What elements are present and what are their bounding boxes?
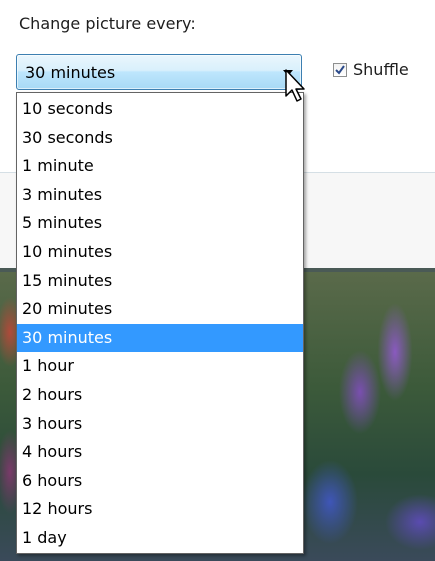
dropdown-option[interactable]: 30 seconds: [17, 124, 303, 153]
dropdown-option[interactable]: 1 minute: [17, 152, 303, 181]
shuffle-checkbox[interactable]: [333, 62, 347, 77]
checkmark-icon: [335, 64, 345, 75]
dropdown-option[interactable]: 3 minutes: [17, 181, 303, 210]
dropdown-option[interactable]: 1 hour: [17, 352, 303, 381]
dropdown-option[interactable]: 12 hours: [17, 495, 303, 524]
dropdown-option[interactable]: 1 day: [17, 524, 303, 553]
combobox-value: 30 minutes: [25, 63, 116, 82]
interval-combobox[interactable]: 30 minutes: [16, 54, 302, 90]
dropdown-option[interactable]: 20 minutes: [17, 295, 303, 324]
dropdown-option[interactable]: 15 minutes: [17, 267, 303, 296]
dropdown-option[interactable]: 4 hours: [17, 438, 303, 467]
change-picture-label: Change picture every:: [19, 14, 196, 33]
mouse-pointer-icon: [285, 69, 305, 102]
dropdown-option[interactable]: 2 hours: [17, 381, 303, 410]
dropdown-option[interactable]: 10 minutes: [17, 238, 303, 267]
dropdown-option[interactable]: 30 minutes: [17, 323, 303, 353]
shuffle-checkbox-row[interactable]: Shuffle: [333, 60, 409, 79]
dropdown-option[interactable]: 6 hours: [17, 467, 303, 496]
dropdown-option[interactable]: 5 minutes: [17, 209, 303, 238]
dropdown-option[interactable]: 3 hours: [17, 410, 303, 439]
shuffle-label: Shuffle: [353, 60, 409, 79]
interval-dropdown-list[interactable]: 10 seconds 30 seconds 1 minute 3 minutes 5 m…: [16, 92, 304, 554]
dropdown-option[interactable]: 10 seconds: [17, 95, 303, 124]
